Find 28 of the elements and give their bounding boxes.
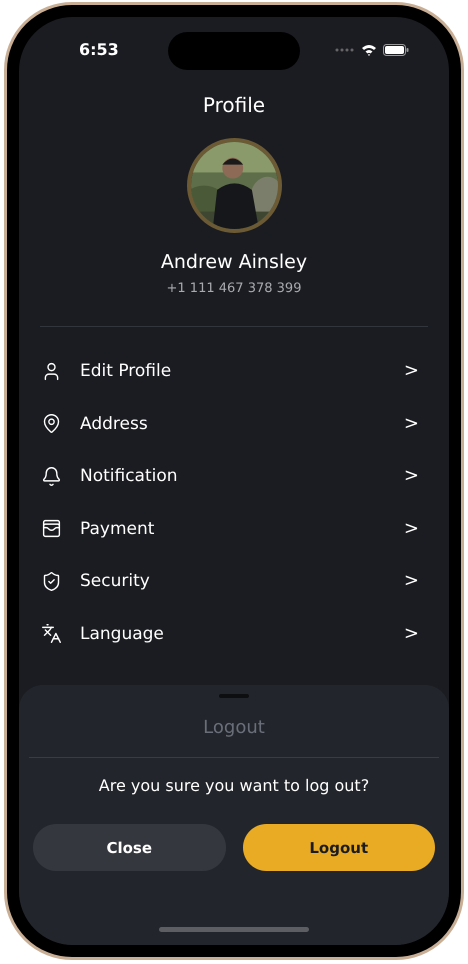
chevron: > xyxy=(404,571,419,592)
close-button[interactable]: Close xyxy=(33,824,226,871)
profile-phone: +1 111 467 378 399 xyxy=(166,280,302,297)
page-title: Profile xyxy=(202,92,266,118)
signal-icon xyxy=(335,48,355,52)
menu-item[interactable]: Address > xyxy=(19,398,449,450)
sheet-title: Logout xyxy=(202,716,266,740)
wallet-icon xyxy=(41,518,62,540)
wifi-icon xyxy=(361,44,377,56)
status-time: 6:53 xyxy=(79,39,119,61)
menu-item[interactable]: Notification > xyxy=(19,450,449,502)
chevron: > xyxy=(404,624,419,644)
chevron: > xyxy=(404,361,419,382)
menu-item[interactable]: Payment > xyxy=(19,502,449,555)
menu-item[interactable]: Security > xyxy=(19,555,449,608)
sheet-message: Are you sure you want to log out? xyxy=(98,775,370,797)
chevron: > xyxy=(404,518,419,539)
shield-check-icon xyxy=(41,570,62,592)
menu-item[interactable]: Language > xyxy=(19,608,449,660)
translate-icon xyxy=(41,623,62,644)
profile-name: Andrew Ainsley xyxy=(160,250,308,274)
chevron: > xyxy=(404,466,419,486)
bell-icon xyxy=(41,466,62,487)
location-pin-icon xyxy=(41,413,62,434)
chevron: > xyxy=(404,414,419,434)
battery-icon xyxy=(383,44,409,56)
menu-item[interactable]: Edit Profile > xyxy=(19,345,449,398)
logout-button[interactable]: Logout xyxy=(242,824,435,871)
